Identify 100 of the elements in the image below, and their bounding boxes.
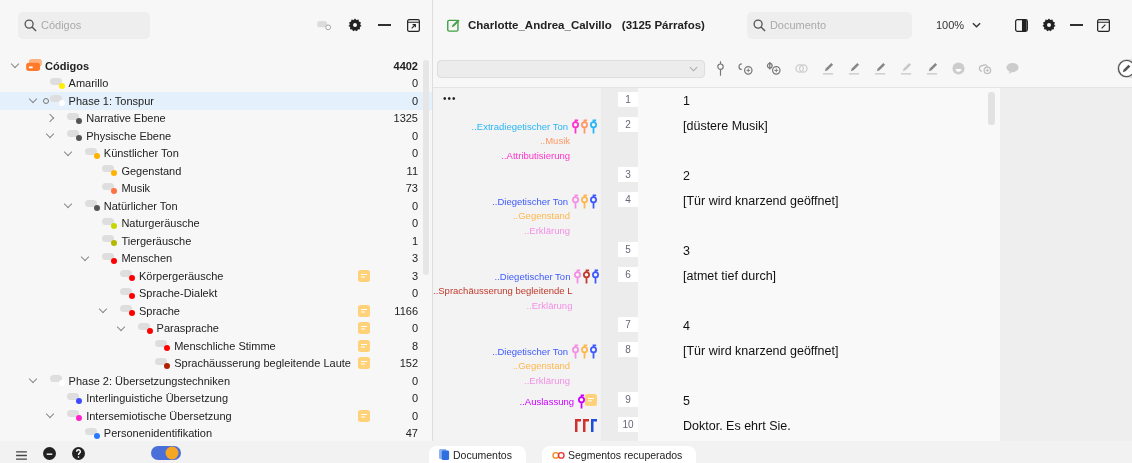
memo-icon[interactable] [358,304,370,317]
tree-item-label[interactable]: Tiergeräusche [121,234,192,247]
code-label[interactable]: ..Sprachäusserung begleitende L [433,285,573,297]
tree-row[interactable]: Menschen 3 [0,249,432,267]
comment-icon[interactable] [1006,62,1019,75]
tree-item-label[interactable]: Sprache [139,304,180,317]
tree-row[interactable]: Amarillo 0 [0,74,432,92]
tree-row[interactable]: Parasprache 0 [0,319,432,337]
code-marker-icon[interactable] [590,343,597,359]
memo-icon[interactable] [358,322,370,335]
memo-icon[interactable] [358,339,370,352]
code-marker-icon[interactable] [590,193,597,209]
popout-icon[interactable] [1097,18,1111,32]
memo-icon[interactable] [358,357,370,370]
tree-row[interactable]: Körpergeräusche 3 [0,267,432,285]
segment-bracket-icon[interactable] [591,419,597,432]
code-marker-icon[interactable] [572,193,579,209]
tree-item-label[interactable]: Musik [121,182,151,195]
code-marker-icon[interactable] [572,343,579,359]
tree-item-label[interactable]: Sprachäusserung begleitende Laute [174,357,351,370]
tree-item-label[interactable]: Interlinguistiche Übersetzung [86,392,229,405]
tree-item-label[interactable]: Parasprache [156,322,219,335]
memo-icon[interactable] [358,409,370,422]
code-marker-icon[interactable] [590,118,597,134]
code-label[interactable]: ..Diegetischer Ton [494,270,571,282]
popout-icon[interactable] [407,18,420,32]
settings-icon[interactable] [348,18,362,32]
tree-row[interactable]: Physische Ebene 0 [0,127,432,145]
bottom-tab[interactable]: Segmentos recuperados [541,446,697,463]
tree-row[interactable]: Sprache 1166 [0,302,432,320]
tree-row[interactable]: Personenidentifikation 47 [0,424,432,441]
highlighter-icon[interactable] [848,62,861,75]
settings-icon[interactable] [1042,18,1057,32]
tag-icon[interactable] [317,19,332,31]
tree-item-label[interactable]: Menschen [121,252,173,265]
code-marker-icon[interactable] [583,268,591,284]
code-dropdown[interactable] [437,59,705,78]
tree-row[interactable]: Interlinguistiche Übersetzung 0 [0,389,432,407]
tree-item-label[interactable]: Natürlicher Ton [103,199,178,212]
tree-item-label[interactable]: Körpergeräusche [139,269,224,282]
tree-row[interactable]: Natürlicher Ton 0 [0,197,432,215]
menu-icon[interactable] [16,451,27,460]
code-label[interactable]: ..Diegetischer Ton [492,195,568,207]
tree-item-label[interactable]: Naturgeräusche [121,217,200,230]
panel-icon[interactable] [1015,18,1029,32]
tree-row[interactable]: Menschliche Stimme 8 [0,337,432,355]
tree-item-label[interactable]: Códigos [45,59,89,72]
more-icon[interactable]: ••• [443,93,457,104]
tree-row[interactable]: Tiergeräusche 1 [0,232,432,250]
code-add-icon[interactable] [738,62,753,75]
tree-item-label[interactable]: Phase 1: Tonspur [68,94,154,107]
edit-icon[interactable] [447,18,460,32]
code-marker-icon[interactable] [578,393,585,409]
cloud-add-icon[interactable] [978,62,993,75]
tree-item-label[interactable]: Narrative Ebene [86,112,166,125]
tree-item-label[interactable]: Gegenstand [121,164,182,177]
highlighter-icon[interactable] [874,62,887,75]
tree-row[interactable]: Sprachäusserung begleitende Laute 152 [0,354,432,372]
code-marker-icon[interactable] [592,268,600,284]
toggle-icon[interactable] [151,446,181,460]
tree-row[interactable]: Narrative Ebene 1325 [0,109,432,127]
tree-item-label[interactable]: Sprache-Dialekt [139,287,218,300]
tree-item-label[interactable]: Menschliche Stimme [174,339,276,352]
code-marker-icon[interactable] [572,118,579,134]
minimize-icon[interactable] [1070,24,1084,26]
tree-item-label[interactable]: Intersemiotische Übersetzung [86,409,232,422]
code-icon[interactable] [794,62,809,75]
bottom-tab[interactable]: Documentos [429,446,526,463]
tree-row[interactable]: Gegenstand 11 [0,162,432,180]
segment-bracket-icon[interactable] [583,419,589,432]
memo-icon[interactable] [358,269,370,282]
edit-toggle-icon[interactable] [1117,59,1132,78]
tree-item-label[interactable]: Amarillo [68,77,109,90]
tree-item-label[interactable]: Phase 2: Übersetzungstechniken [68,374,231,387]
code-marker-icon[interactable] [581,343,588,359]
code-pin-icon[interactable] [716,61,725,76]
tree-row[interactable]: Phase 2: Übersetzungstechniken 0 [0,372,432,390]
tree-row[interactable]: Sprache-Dialekt 0 [0,284,432,302]
tree-row[interactable]: Künstlicher Ton 0 [0,144,432,162]
tree-row[interactable]: Musik 73 [0,179,432,197]
help-icon[interactable] [72,447,85,460]
tree-item-label[interactable]: Physische Ebene [86,129,172,142]
code-label[interactable]: ..Auslassung [519,395,574,407]
code-marker-icon[interactable] [581,193,588,209]
search-field[interactable]: Documento [746,11,912,39]
code-label[interactable]: ..Diegetischer Ton [492,345,568,357]
code-marker-icon[interactable] [581,118,588,134]
code-marker-icon[interactable] [574,268,582,284]
code-add-icon[interactable] [766,62,781,75]
highlighter-icon[interactable] [926,62,939,75]
tree-row[interactable]: Naturgeräusche 0 [0,214,432,232]
segment-bracket-icon[interactable] [575,419,581,432]
emoji-icon[interactable] [952,62,965,75]
tree-item-label[interactable]: Künstlicher Ton [103,147,179,160]
tree-row[interactable]: Intersemiotische Übersetzung 0 [0,407,432,425]
tree-item-label[interactable]: Personenidentifikation [103,427,213,440]
highlighter-icon[interactable] [822,62,835,75]
zoom-dropdown[interactable]: 100% [935,19,982,31]
tree-row[interactable]: Phase 1: Tonspur 0 [0,92,432,110]
highlighter-icon[interactable] [900,62,913,75]
